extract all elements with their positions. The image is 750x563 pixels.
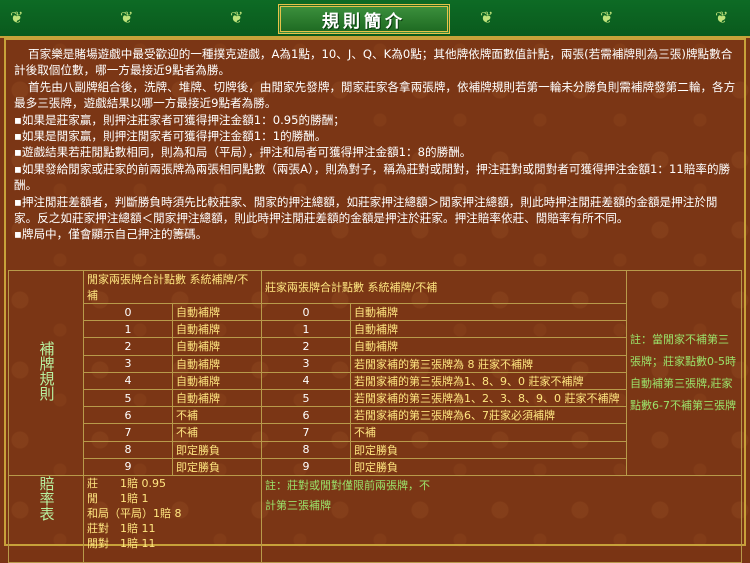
table-cell: 1	[261, 320, 351, 339]
table-cell: 自動補牌	[172, 302, 262, 322]
table-cell: 1	[83, 320, 173, 339]
intro-paragraph-2: 首先由八副牌組合後，洗牌、堆牌、切牌後，由閒家先發牌，閒家莊家各拿兩張牌，依補牌…	[14, 79, 736, 111]
rules-table: 補牌規則 閒家兩張牌合計點數 系統補牌/不補 莊家兩張牌合計點數 系統補牌/不補…	[8, 270, 742, 563]
table-cell: 不補	[350, 423, 627, 442]
player-header: 閒家兩張牌合計點數 系統補牌/不補	[83, 270, 262, 304]
table-cell: 6	[261, 406, 351, 425]
table-cell: 0	[83, 302, 173, 322]
table-cell: 6	[83, 406, 173, 425]
table-cell: 4	[261, 371, 351, 390]
rule-pairs: ▪如果發給閒家或莊家的前兩張牌為兩張相同點數（兩張A），則為對子，稱為莊對或閒對…	[14, 161, 731, 193]
table-cell: 9	[83, 457, 173, 476]
table-cell: 自動補牌	[172, 371, 262, 390]
table-cell: 即定勝負	[172, 457, 262, 476]
leaf-icon: ❦	[715, 8, 729, 27]
payout-note: 註：莊對或閒對僅限前兩張牌，不計第三張補牌	[265, 478, 430, 512]
leaf-icon: ❦	[600, 8, 614, 27]
table-cell: 2	[261, 337, 351, 356]
table-cell: 即定勝負	[172, 440, 262, 459]
table-cell: 8	[83, 440, 173, 459]
banker-header: 莊家兩張牌合計點數 系統補牌/不補	[261, 270, 627, 304]
table-cell: 若閒家補的第三張牌為1、8、9、0 莊家不補牌	[350, 371, 627, 390]
page-title: 規則簡介	[278, 4, 450, 34]
table-cell: 即定勝負	[350, 440, 627, 459]
table-cell: 自動補牌	[350, 337, 627, 356]
list-item: 閒 1賠 1	[87, 491, 149, 505]
table-cell: 5	[83, 388, 173, 408]
table-cell: 自動補牌	[172, 320, 262, 339]
intro-paragraph-1: 百家樂是賭場遊戲中最受歡迎的一種撲克遊戲，A為1點，10、J、Q、K為0點；其他…	[14, 47, 733, 78]
table-cell: 7	[261, 423, 351, 442]
rule-difference: ▪押注閒莊差額者，判斷勝負時須先比較莊家、閒家的押注總額，如莊家押注總額＞閒家押…	[14, 194, 718, 226]
table-cell: 7	[83, 423, 173, 442]
table-cell: 自動補牌	[350, 302, 627, 322]
payout-label: 賠率表	[8, 474, 84, 563]
intro-text: 百家樂是賭場遊戲中最受歡迎的一種撲克遊戲，A為1點，10、J、Q、K為0點；其他…	[14, 46, 740, 243]
table-cell: 3	[83, 354, 173, 373]
leaf-icon: ❦	[120, 8, 134, 27]
table-cell: 2	[83, 337, 173, 356]
table-cell: 自動補牌	[172, 388, 262, 408]
table-cell: 0	[261, 302, 351, 322]
list-item: 和局（平局）1賠 8	[87, 506, 182, 520]
table-cell: 5	[261, 388, 351, 408]
rule-chips: ▪牌局中，僅會顯示自己押注的籌碼。	[14, 227, 208, 242]
leaf-icon: ❦	[480, 8, 494, 27]
rule-player-win: ▪如果是閒家贏，則押注閒家者可獲得押注金額1：1的勝酬。	[14, 129, 327, 144]
leaf-icon: ❦	[10, 8, 24, 27]
table-cell: 9	[261, 457, 351, 476]
supplement-note: 註：當閒家不補第三張牌；莊家點數0-5時自動補第三張牌,莊家點數6-7不補第三張…	[626, 270, 742, 476]
payout-list: 莊 1賠 0.95 閒 1賠 1 和局（平局）1賠 8 莊對 1賠 11 閒對 …	[83, 474, 262, 563]
supplement-label: 補牌規則	[8, 270, 84, 476]
list-item: 莊對 1賠 11	[87, 521, 156, 535]
table-cell: 4	[83, 371, 173, 390]
table-cell: 自動補牌	[172, 337, 262, 356]
table-cell: 若閒家補的第三張牌為6、7莊家必須補牌	[350, 406, 627, 425]
rule-banker-win: ▪如果是莊家贏，則押注莊家者可獲得押注金額1：0.95的勝酬；	[14, 112, 345, 127]
table-cell: 即定勝負	[350, 457, 627, 476]
list-item: 閒對 1賠 11	[87, 536, 156, 550]
table-cell: 自動補牌	[172, 354, 262, 373]
table-cell: 不補	[172, 406, 262, 425]
list-item: 莊 1賠 0.95	[87, 476, 166, 490]
table-cell: 若閒家補的第三張牌為1、2、3、8、9、0 莊家不補牌	[350, 388, 627, 408]
table-cell: 3	[261, 354, 351, 373]
table-cell: 8	[261, 440, 351, 459]
table-cell: 若閒家補的第三張牌為 8 莊家不補牌	[350, 354, 627, 373]
rule-tie: ▪遊戲結果若莊閒點數相同，則為和局（平局），押注和局者可獲得押注金額1：8的勝酬…	[14, 145, 472, 160]
table-cell: 自動補牌	[350, 320, 627, 339]
table-cell: 不補	[172, 423, 262, 442]
payout-note-cell: 註：莊對或閒對僅限前兩張牌，不計第三張補牌	[261, 474, 742, 563]
leaf-icon: ❦	[230, 8, 244, 27]
